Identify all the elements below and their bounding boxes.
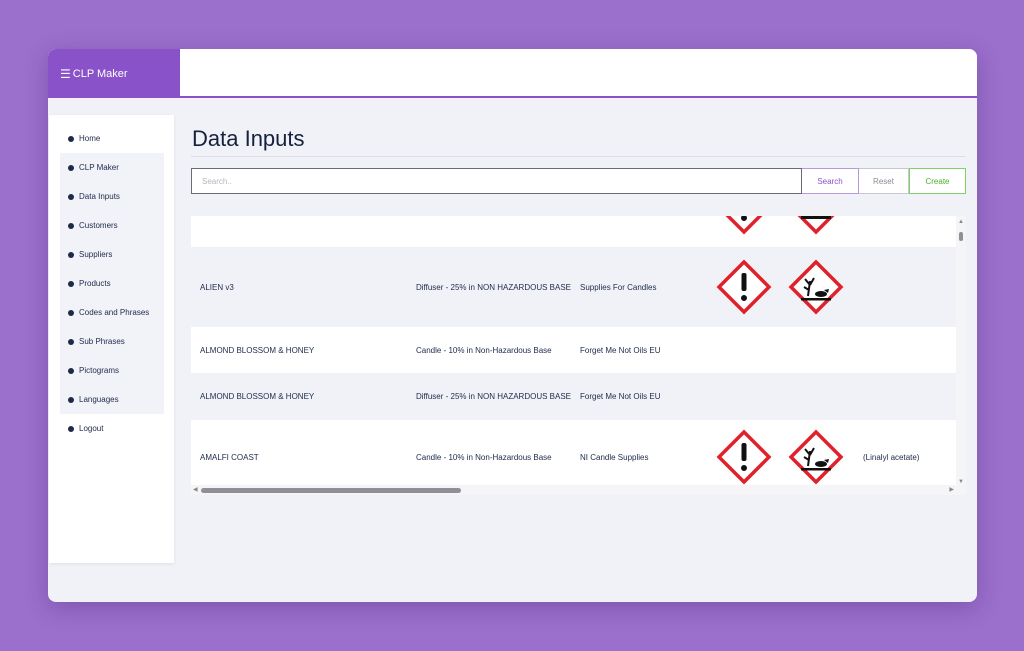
cell-base: Candle - 10% in Non-Hazardous Base bbox=[416, 345, 552, 355]
scroll-left-icon[interactable]: ◀ bbox=[193, 486, 198, 493]
top-bar: ☰ CLP Maker bbox=[48, 49, 977, 98]
bullet-icon bbox=[68, 396, 74, 403]
scroll-right-icon[interactable]: ▶ bbox=[949, 486, 954, 493]
main-content: Data Inputs Search Reset Create bbox=[191, 115, 966, 495]
sidebar-nav: Home CLP Maker Data Inputs Customers Sup… bbox=[60, 124, 164, 443]
create-button[interactable]: Create bbox=[909, 168, 966, 194]
sidebar-item-clp-maker[interactable]: CLP Maker bbox=[60, 153, 164, 182]
cell-supplier: Forget Me Not Oils EU bbox=[580, 345, 661, 355]
environment-hazard-icon bbox=[788, 429, 844, 485]
table-row[interactable]: AMALFI COAST Candle - 10% in Non-Hazardo… bbox=[191, 420, 956, 495]
sidebar-item-label: CLP Maker bbox=[79, 163, 119, 172]
exclamation-mark-icon bbox=[725, 216, 763, 235]
sidebar-item-products[interactable]: Products bbox=[60, 269, 164, 298]
sidebar-item-label: Suppliers bbox=[79, 250, 113, 259]
cell-note: (Linalyl acetate) bbox=[863, 453, 920, 462]
page-title: Data Inputs bbox=[191, 115, 966, 157]
cell-supplier: Supplies For Candles bbox=[580, 282, 657, 292]
environment-hazard-icon bbox=[797, 216, 835, 235]
sidebar-item-label: Languages bbox=[79, 395, 119, 404]
sidebar-item-label: Customers bbox=[79, 221, 118, 230]
table-row[interactable]: ALMOND BLOSSOM & HONEY Diffuser - 25% in… bbox=[191, 373, 956, 420]
search-button[interactable]: Search bbox=[802, 168, 859, 194]
sidebar-item-languages[interactable]: Languages bbox=[60, 385, 164, 414]
table-row[interactable]: ALMOND BLOSSOM & HONEY Candle - 10% in N… bbox=[191, 327, 956, 373]
cell-base: Diffuser - 25% in NON HAZARDOUS BASE bbox=[416, 282, 572, 292]
cell-base: Diffuser - 25% in NON HAZARDOUS BASE bbox=[416, 392, 572, 401]
horizontal-scrollbar[interactable]: ◀ ▶ bbox=[191, 485, 956, 495]
sidebar-item-label: Home bbox=[79, 134, 101, 143]
horizontal-scroll-thumb[interactable] bbox=[201, 488, 461, 493]
cell-supplier: Forget Me Not Oils EU bbox=[580, 392, 661, 401]
bullet-icon bbox=[68, 193, 74, 200]
sidebar-item-home[interactable]: Home bbox=[60, 124, 164, 153]
brand-title: CLP Maker bbox=[72, 67, 128, 80]
sidebar: Home CLP Maker Data Inputs Customers Sup… bbox=[49, 115, 174, 563]
scroll-down-icon[interactable]: ▼ bbox=[958, 479, 964, 485]
sidebar-item-customers[interactable]: Customers bbox=[60, 211, 164, 240]
sidebar-item-suppliers[interactable]: Suppliers bbox=[60, 240, 164, 269]
reset-button[interactable]: Reset bbox=[859, 168, 909, 194]
data-table: ALIEN v3 Diffuser - 25% in NON HAZARDOUS… bbox=[191, 216, 966, 495]
table-row[interactable]: ALIEN v3 Diffuser - 25% in NON HAZARDOUS… bbox=[191, 247, 956, 327]
brand[interactable]: ☰ CLP Maker bbox=[48, 49, 180, 98]
sidebar-item-label: Sub Phrases bbox=[79, 337, 125, 346]
sidebar-item-label: Products bbox=[79, 279, 111, 288]
cell-name: ALMOND BLOSSOM & HONEY bbox=[200, 345, 315, 355]
sidebar-item-label: Pictograms bbox=[79, 366, 120, 375]
hamburger-icon[interactable]: ☰ bbox=[60, 68, 71, 80]
bullet-icon bbox=[68, 338, 74, 345]
bullet-icon bbox=[68, 164, 74, 171]
sidebar-item-sub-phrases[interactable]: Sub Phrases bbox=[60, 327, 164, 356]
vertical-scrollbar[interactable]: ▲ ▼ bbox=[956, 216, 966, 495]
sidebar-item-label: Codes and Phrases bbox=[79, 308, 150, 317]
sidebar-item-label: Logout bbox=[79, 424, 104, 433]
sidebar-item-pictograms[interactable]: Pictograms bbox=[60, 356, 164, 385]
bullet-icon bbox=[68, 367, 74, 374]
cell-name: ALIEN v3 bbox=[200, 282, 234, 292]
cell-supplier: NI Candle Supplies bbox=[580, 453, 649, 462]
search-input[interactable] bbox=[191, 168, 802, 194]
cell-name: AMALFI COAST bbox=[200, 453, 259, 462]
sidebar-item-codes-and-phrases[interactable]: Codes and Phrases bbox=[60, 298, 164, 327]
exclamation-mark-icon bbox=[716, 429, 772, 485]
sidebar-item-data-inputs[interactable]: Data Inputs bbox=[60, 182, 164, 211]
sidebar-item-label: Data Inputs bbox=[79, 192, 120, 201]
bullet-icon bbox=[68, 280, 74, 287]
bullet-icon bbox=[68, 222, 74, 229]
exclamation-mark-icon bbox=[716, 259, 772, 315]
environment-hazard-icon bbox=[788, 259, 844, 315]
bullet-icon bbox=[68, 135, 74, 142]
app-window: ☰ CLP Maker Home CLP Maker Data Inputs C… bbox=[48, 49, 977, 602]
bullet-icon bbox=[68, 251, 74, 258]
table-row[interactable] bbox=[191, 216, 956, 247]
vertical-scroll-thumb[interactable] bbox=[959, 232, 963, 241]
sidebar-item-logout[interactable]: Logout bbox=[60, 414, 164, 443]
bullet-icon bbox=[68, 309, 74, 316]
cell-name: ALMOND BLOSSOM & HONEY bbox=[200, 392, 315, 401]
search-bar: Search Reset Create bbox=[191, 168, 966, 194]
bullet-icon bbox=[68, 425, 74, 432]
scroll-up-icon[interactable]: ▲ bbox=[958, 219, 964, 225]
cell-base: Candle - 10% in Non-Hazardous Base bbox=[416, 453, 552, 462]
